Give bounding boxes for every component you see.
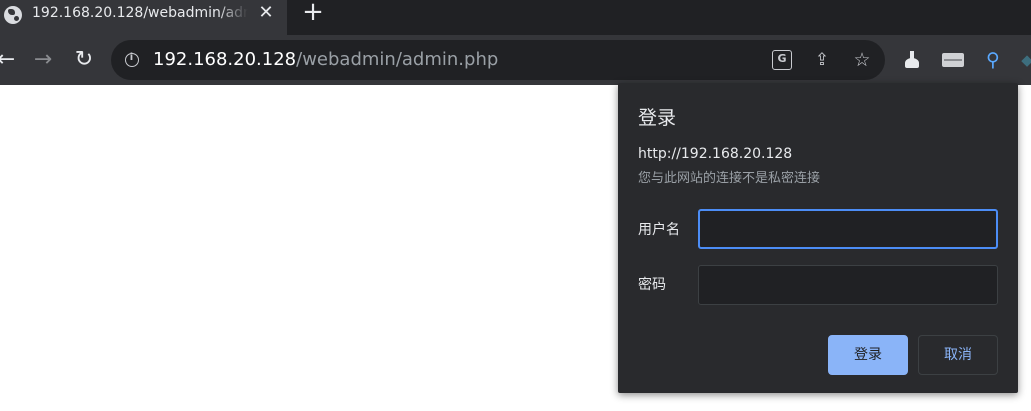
username-field[interactable]: [698, 209, 998, 249]
back-button[interactable]: ←: [0, 48, 18, 72]
tab-title: 192.168.20.128/webadmin/admin.php: [32, 5, 248, 21]
browser-toolbar: ← → ↻ 192.168.20.128/webadmin/admin.php …: [0, 35, 1031, 85]
tab-strip: 192.168.20.128/webadmin/admin.php ✕ +: [0, 0, 1031, 35]
back-arrow-icon: ←: [0, 47, 16, 72]
password-label: 密码: [638, 277, 666, 293]
plus-icon: +: [302, 0, 324, 27]
new-tab-button[interactable]: +: [301, 0, 325, 27]
password-field[interactable]: [698, 265, 998, 305]
forward-button[interactable]: →: [31, 48, 55, 72]
dialog-title: 登录: [638, 107, 677, 129]
reload-icon: ↻: [74, 47, 94, 72]
connection-warning: 您与此网站的连接不是私密连接: [638, 171, 821, 186]
extension-2-icon[interactable]: [942, 49, 964, 71]
login-dialog: 登录 http://192.168.20.128 您与此网站的连接不是私密连接 …: [618, 83, 1018, 393]
extension-3-icon[interactable]: ⚲: [982, 49, 1004, 71]
extension-1-icon[interactable]: [901, 49, 923, 71]
extension-4-icon[interactable]: ◆: [1020, 49, 1031, 71]
globe-icon: [4, 6, 22, 24]
star-icon[interactable]: ☆: [852, 50, 872, 70]
username-label: 用户名: [638, 222, 680, 238]
login-button[interactable]: 登录: [828, 335, 908, 375]
share-icon[interactable]: ⇪: [812, 50, 832, 70]
browser-tab[interactable]: 192.168.20.128/webadmin/admin.php ✕: [0, 0, 287, 35]
reload-button[interactable]: ↻: [72, 48, 96, 72]
close-icon[interactable]: ✕: [256, 3, 276, 23]
url-host: 192.168.20.128: [153, 49, 297, 70]
url-text[interactable]: 192.168.20.128/webadmin/admin.php: [153, 50, 498, 70]
cancel-button[interactable]: 取消: [918, 335, 998, 375]
forward-arrow-icon: →: [33, 47, 53, 72]
translate-icon[interactable]: G: [772, 50, 792, 70]
address-bar[interactable]: 192.168.20.128/webadmin/admin.php G ⇪ ☆: [111, 40, 885, 80]
info-icon[interactable]: [125, 52, 139, 67]
dialog-url: http://192.168.20.128: [638, 146, 793, 162]
url-path: /webadmin/admin.php: [296, 49, 499, 70]
